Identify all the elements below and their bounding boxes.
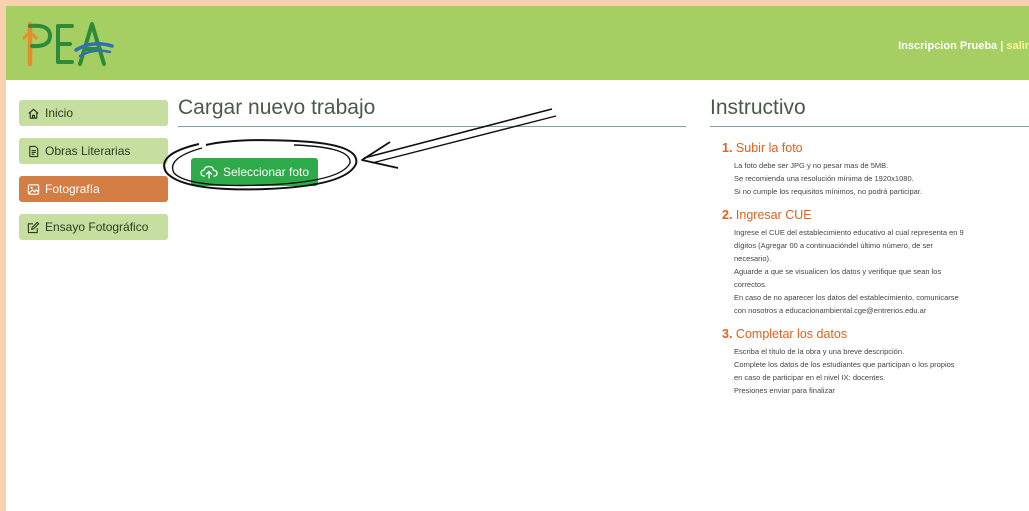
sidebar-item-fotografia[interactable]: Fotografía [19,176,168,202]
step-text: Escriba el título de la obra y una breve… [734,347,955,395]
step-heading: 1. Subir la foto [722,141,803,155]
sidebar-item-obras-literarias[interactable]: Obras Literarias [19,138,168,164]
select-photo-button[interactable]: Seleccionar foto [191,158,318,186]
home-icon [28,108,39,119]
sidebar-item-label: Ensayo Fotográfico [45,220,149,234]
sidebar-item-inicio[interactable]: Inicio [19,100,168,126]
instructions-panel: Instructivo 1. Subir la foto La foto deb… [710,96,1029,397]
page: Inscripcion Prueba | salir Inicio Obras … [6,6,1029,511]
logout-link[interactable]: salir [1006,40,1029,52]
sidebar-item-ensayo-fotografico[interactable]: Ensayo Fotográfico [19,214,168,240]
pea-logo [22,21,114,67]
image-icon [27,183,40,195]
instruction-step-2: 2. Ingresar CUE Ingrese el CUE del estab… [722,208,1029,317]
page-title: Cargar nuevo trabajo [178,96,686,127]
edit-icon [27,221,40,233]
header-separator: | [997,40,1007,52]
header-user-links: Inscripcion Prueba | salir [898,40,1029,52]
instruction-step-1: 1. Subir la foto La foto debe ser JPG y … [722,141,1029,198]
step-text: La foto debe ser JPG y no pesar mas de 5… [734,161,923,196]
document-icon [29,145,39,157]
sidebar-item-label: Inicio [45,106,74,120]
instruction-step-3: 3. Completar los datos Escriba el título… [722,327,1029,397]
cloud-upload-icon [200,165,218,179]
sidebar-item-label: Obras Literarias [45,144,131,158]
step-text: Ingrese el CUE del establecimiento educa… [734,228,964,315]
step-heading: 2. Ingresar CUE [722,208,812,222]
step-heading: 3. Completar los datos [722,327,848,341]
header: Inscripcion Prueba | salir [6,6,1029,80]
sidebar: Inicio Obras Literarias Fotografía Ensay… [19,100,168,252]
main-content: Cargar nuevo trabajo Seleccionar foto [178,96,686,186]
sidebar-item-label: Fotografía [45,182,100,196]
instructions-title: Instructivo [710,96,1029,127]
select-photo-label: Seleccionar foto [222,165,310,179]
user-name: Inscripcion Prueba [898,40,998,52]
